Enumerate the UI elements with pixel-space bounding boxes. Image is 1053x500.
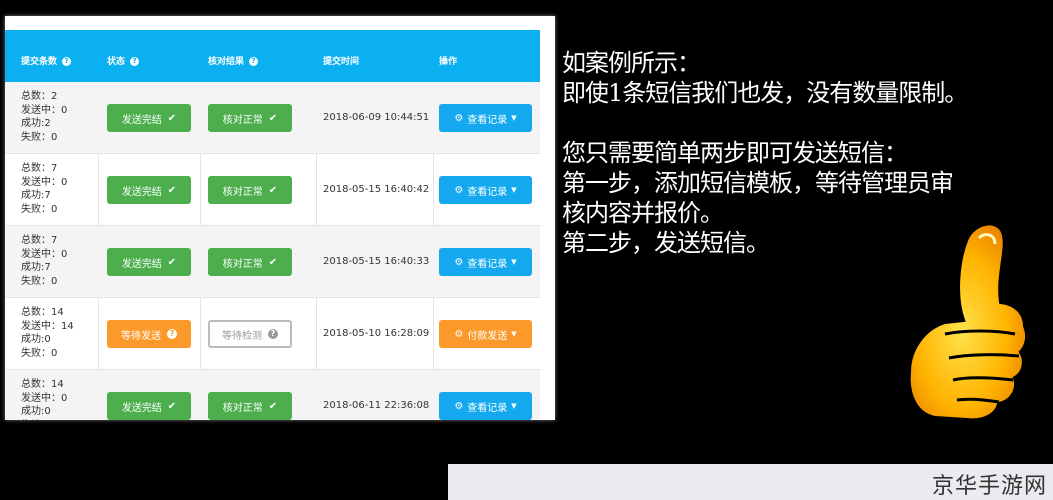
sms-records-panel: 提交条数? 状态? 核对结果? 提交时间 操作 总数：2 发送中：0 成功:2 失败：… xyxy=(5,16,555,420)
count-stat-line: 成功:0 xyxy=(21,334,51,346)
status-button[interactable]: 发送完结 ✔ xyxy=(107,392,191,420)
view-records-button[interactable]: ⚙ 查看记录 ▼ xyxy=(439,248,532,276)
gears-icon: ⚙ xyxy=(454,112,464,124)
check-result-button[interactable]: 等待检测? xyxy=(208,320,292,348)
thumbs-up-icon xyxy=(906,221,1030,423)
header-status: 状态? xyxy=(107,30,140,82)
gears-icon: ⚙ xyxy=(454,328,464,340)
check-result-button[interactable]: 核对正常 ✔ xyxy=(208,392,292,420)
caret-down-icon: ▼ xyxy=(511,402,517,410)
count-stat-line: 发送中：0 xyxy=(21,392,68,404)
submit-time: 2018-05-10 16:28:09 xyxy=(323,328,430,339)
count-stat-line: 总数：14 xyxy=(21,379,64,390)
count-stat-line: 成功:7 xyxy=(21,190,51,202)
view-records-button[interactable]: ⚙ 查看记录 ▼ xyxy=(439,392,532,420)
description-line xyxy=(562,108,967,138)
question-circle-icon: ? xyxy=(167,329,177,339)
watermark-bar: 京华手游网 xyxy=(448,464,1053,500)
table-row: 总数：14 发送中：0 成功:0失败：14 发送完结✔ 核对正常✔ 2018-06-11 … xyxy=(5,370,540,420)
table-row: 总数：7 发送中：0 成功:7 失败：0 发送完结 ✔ 核对正常 ✔ 2018-05-15 16… xyxy=(5,154,540,226)
count-stat-line: 失败：0 xyxy=(21,347,58,359)
submit-time: 2018-05-15 16:40:33 xyxy=(323,256,430,267)
count-stats: 总数：7 发送中：0 成功:7 失败：0 xyxy=(21,234,67,288)
view-records-button[interactable]: ⚙ 查看记录 ▼ xyxy=(439,176,532,204)
count-stat-line: 发送中：0 xyxy=(21,248,68,260)
table-row: 总数：14 发送中：14 成功:0 失败：0 等待发送? 等待检测? 2018-05-10 … xyxy=(5,298,540,370)
header-submit-time: 提交时间 xyxy=(323,57,360,67)
count-stat-line: 发送中：14 xyxy=(21,320,74,332)
pay-send-button[interactable]: ⚙ 付款发送 ▼ xyxy=(439,320,532,348)
description-line: 第一步，添加短信模板，等待管理员审 xyxy=(562,169,954,197)
header-actions: 操作 xyxy=(439,57,458,67)
description-line: 即使1条短信我们也发，没有数量限制。 xyxy=(562,79,968,107)
count-stat-line: 失败：0 xyxy=(21,275,58,287)
status-button[interactable]: 等待发送? xyxy=(107,320,191,348)
count-stat-line: 总数：7 xyxy=(21,163,58,174)
check-icon: ✔ xyxy=(167,400,177,412)
watermark-text: 京华手游网 xyxy=(931,474,1047,499)
caret-down-icon: ▼ xyxy=(511,186,517,194)
question-circle-icon: ? xyxy=(268,329,278,339)
count-stats: 总数：14 发送中：14 成功:0 失败：0 xyxy=(21,306,74,360)
caret-down-icon: ▼ xyxy=(511,258,517,266)
count-stat-line: 成功:7 xyxy=(21,262,51,274)
check-icon: ✔ xyxy=(268,400,278,412)
table-header: 提交条数? 状态? 核对结果? 提交时间 操作 xyxy=(5,30,540,82)
scrollbar[interactable] xyxy=(541,30,555,420)
check-icon: ✔ xyxy=(167,184,177,196)
table-row: 总数：7 发送中：0 成功:7 失败：0 发送完结 ✔ 核对正常 ✔ 2018-05-15 16… xyxy=(5,226,540,298)
question-circle-icon[interactable]: ? xyxy=(130,57,140,66)
check-result-button[interactable]: 核对正常 ✔ xyxy=(208,104,292,132)
check-icon: ✔ xyxy=(268,184,278,196)
question-circle-icon[interactable]: ? xyxy=(249,57,259,66)
view-records-button[interactable]: ⚙ 查看记录 ▼ xyxy=(439,104,532,132)
check-icon: ✔ xyxy=(268,112,278,124)
count-stats: 总数：2 发送中：0 成功:2 失败：0 xyxy=(21,90,67,144)
count-stat-line: 失败：14 xyxy=(21,419,67,421)
count-stat-line: 失败：0 xyxy=(21,203,58,215)
count-stat-line: 发送中：0 xyxy=(21,104,68,116)
count-stats: 总数：7 发送中：0 成功:7 失败：0 xyxy=(21,162,67,216)
check-icon: ✔ xyxy=(167,256,177,268)
description-line: 如案例所示： xyxy=(562,49,701,77)
submit-time: 2018-05-15 16:40:42 xyxy=(323,184,430,195)
count-stats: 总数：14 发送中：0 成功:0失败：14 xyxy=(21,378,67,420)
check-icon: ✔ xyxy=(268,256,278,268)
gears-icon: ⚙ xyxy=(454,184,464,196)
gears-icon: ⚙ xyxy=(454,400,464,412)
check-icon: ✔ xyxy=(167,112,177,124)
table-body: 总数：2 发送中：0 成功:2 失败：0 发送完结 ✔ 核对正常 ✔ 2018-06-09 10… xyxy=(5,82,540,420)
table-row: 总数：2 发送中：0 成功:2 失败：0 发送完结 ✔ 核对正常 ✔ 2018-06-09 10… xyxy=(5,82,540,154)
status-button[interactable]: 发送完结 ✔ xyxy=(107,104,191,132)
count-stat-line: 总数：14 xyxy=(21,307,64,318)
count-stat-line: 失败：0 xyxy=(21,131,58,143)
caret-down-icon: ▼ xyxy=(511,330,517,338)
status-button[interactable]: 发送完结 ✔ xyxy=(107,176,191,204)
count-stat-line: 总数：7 xyxy=(21,235,58,246)
submit-time: 2018-06-09 10:44:51 xyxy=(323,112,430,123)
check-result-button[interactable]: 核对正常 ✔ xyxy=(208,176,292,204)
count-stat-line: 发送中：0 xyxy=(21,176,68,188)
gears-icon: ⚙ xyxy=(454,256,464,268)
header-count: 提交条数? xyxy=(21,30,72,82)
question-circle-icon[interactable]: ? xyxy=(62,57,72,66)
status-button[interactable]: 发送完结 ✔ xyxy=(107,248,191,276)
submit-time: 2018-06-11 22:36:08 xyxy=(323,400,430,411)
header-check-result: 核对结果? xyxy=(208,30,259,82)
caret-down-icon: ▼ xyxy=(511,114,517,122)
count-stat-line: 总数：2 xyxy=(21,91,58,102)
description-line: 您只需要简单两步即可发送短信： xyxy=(562,139,908,167)
check-result-button[interactable]: 核对正常 ✔ xyxy=(208,248,292,276)
count-stat-line: 成功:0 xyxy=(21,406,51,418)
count-stat-line: 成功:2 xyxy=(21,118,51,130)
